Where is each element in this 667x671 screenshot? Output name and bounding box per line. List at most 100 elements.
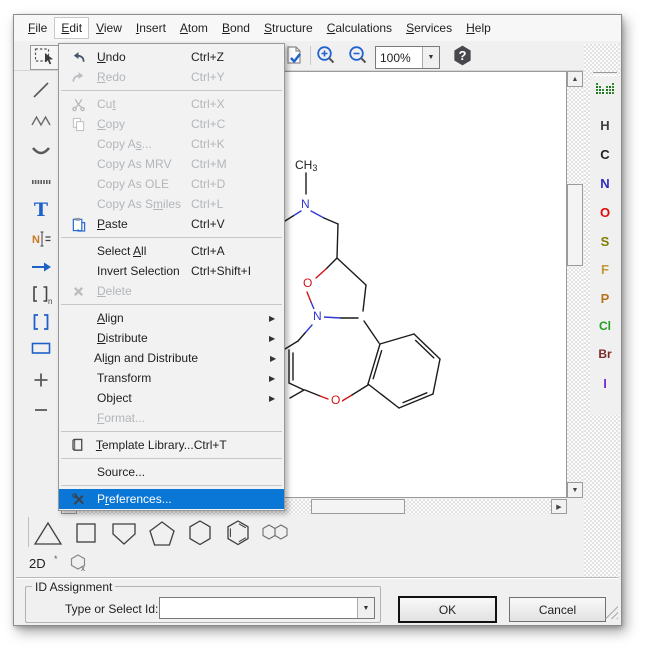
ok-button[interactable]: OK xyxy=(399,597,496,622)
text-tool-button[interactable]: T xyxy=(28,198,54,224)
menu-item-align[interactable]: Align▶ xyxy=(59,308,284,328)
cyclopentane-template-button[interactable] xyxy=(145,519,179,549)
footer-divider xyxy=(16,577,618,578)
periodic-table-icon[interactable] xyxy=(596,83,614,99)
repeating-unit-bracket-icon: n xyxy=(29,282,53,309)
scroll-up-button[interactable]: ▲ xyxy=(567,71,583,87)
id-dropdown-button[interactable]: ▼ xyxy=(357,598,374,618)
selection-tool-button[interactable] xyxy=(30,45,59,70)
hexagon-x-icon[interactable]: x xyxy=(69,553,87,575)
menu-item-redo[interactable]: RedoCtrl+Y xyxy=(59,67,284,87)
menu-item-invert-selection[interactable]: Invert SelectionCtrl+Shift+I xyxy=(59,261,284,281)
id-combobox[interactable]: ▼ xyxy=(159,597,375,619)
menu-item-paste[interactable]: PasteCtrl+V xyxy=(59,214,284,234)
repeating-unit-bracket-tool-button[interactable]: n xyxy=(28,282,54,308)
menu-item-object[interactable]: Object▶ xyxy=(59,388,284,408)
menu-item-label: Undo xyxy=(97,50,191,64)
vertical-scrollbar[interactable]: ▲ ▼ xyxy=(567,71,583,498)
menu-item-copy-as-smiles[interactable]: Copy As SmilesCtrl+L xyxy=(59,194,284,214)
cyclobutane-template-button[interactable] xyxy=(69,519,103,549)
naphthalene-template-button[interactable] xyxy=(259,519,293,549)
zoom-out-icon[interactable] xyxy=(347,45,369,70)
menu-item-distribute[interactable]: Distribute▶ xyxy=(59,328,284,348)
arc-tool-button[interactable] xyxy=(28,139,54,165)
decrease-charge-tool-button[interactable] xyxy=(28,398,54,424)
menubar-item-help[interactable]: Help xyxy=(460,18,497,38)
scroll-right-button[interactable]: ▶ xyxy=(551,499,567,514)
toolbar-separator xyxy=(310,46,311,65)
single-bond-tool-button[interactable] xyxy=(28,78,54,104)
menu-item-label: Cut xyxy=(97,97,191,111)
menu-separator xyxy=(61,90,282,91)
id-assignment-title: ID Assignment xyxy=(32,580,115,594)
element-button-o[interactable]: O xyxy=(590,205,620,220)
dimension-mode-label[interactable]: 2D xyxy=(29,556,46,571)
menubar-item-bond[interactable]: Bond xyxy=(216,18,256,38)
element-toolbar-gripper[interactable] xyxy=(593,72,617,76)
menu-item-copy[interactable]: CopyCtrl+C xyxy=(59,114,284,134)
menu-item-undo[interactable]: UndoCtrl+Z xyxy=(59,47,284,67)
menubar-item-file[interactable]: File xyxy=(22,18,53,38)
menu-item-copy-as-mrv[interactable]: Copy As MRVCtrl+M xyxy=(59,154,284,174)
help-icon[interactable]: ? xyxy=(452,45,473,69)
multiple-group-icon xyxy=(29,170,53,197)
scroll-down-button[interactable]: ▼ xyxy=(567,482,583,498)
bracket-tool-button[interactable] xyxy=(28,310,54,336)
menu-item-source[interactable]: Source... xyxy=(59,462,284,482)
element-button-n[interactable]: N xyxy=(590,176,620,191)
rectangle-tool-button[interactable] xyxy=(28,336,54,362)
menubar-item-view[interactable]: View xyxy=(90,18,128,38)
menubar-item-services[interactable]: Services xyxy=(400,18,458,38)
menubar-item-edit[interactable]: Edit xyxy=(55,18,88,38)
zoom-in-icon[interactable] xyxy=(315,45,337,70)
zoom-dropdown-button[interactable]: ▼ xyxy=(422,47,439,68)
cyclopentane-down-template-button[interactable] xyxy=(107,519,141,549)
cyclopropane-template-button[interactable] xyxy=(31,519,65,549)
menu-item-cut[interactable]: CutCtrl+X xyxy=(59,94,284,114)
multiple-group-tool-button[interactable] xyxy=(28,170,54,196)
vertical-scroll-thumb[interactable] xyxy=(567,184,583,266)
menu-item-copy-as-ole[interactable]: Copy As OLECtrl+D xyxy=(59,174,284,194)
menubar-item-calculations[interactable]: Calculations xyxy=(321,18,398,38)
menu-item-label: Copy As MRV xyxy=(97,157,191,171)
element-button-p[interactable]: P xyxy=(590,291,620,306)
menu-item-label: Source... xyxy=(97,465,191,479)
cyclohexane-template-button[interactable] xyxy=(183,519,217,549)
decrease-charge-icon xyxy=(29,398,53,425)
element-button-h[interactable]: H xyxy=(590,118,620,133)
resize-grip[interactable] xyxy=(604,603,618,619)
menu-item-shortcut: Ctrl+M xyxy=(191,157,269,171)
menu-item-copy-as[interactable]: Copy As...Ctrl+K xyxy=(59,134,284,154)
cancel-button[interactable]: Cancel xyxy=(509,597,606,622)
increase-charge-tool-button[interactable] xyxy=(28,368,54,394)
menu-item-format[interactable]: Format... xyxy=(59,408,284,428)
menubar-item-insert[interactable]: Insert xyxy=(130,18,172,38)
menubar-item-structure[interactable]: Structure xyxy=(258,18,319,38)
menu-item-transform[interactable]: Transform▶ xyxy=(59,368,284,388)
element-button-s[interactable]: S xyxy=(590,234,620,249)
reaction-arrow-tool-button[interactable] xyxy=(28,255,54,281)
menu-item-align-and-distribute[interactable]: Align and Distribute▶ xyxy=(59,348,284,368)
cyclopentane-template-icon xyxy=(145,518,179,551)
submenu-arrow-icon: ▶ xyxy=(269,334,282,343)
element-button-f[interactable]: F xyxy=(590,262,620,277)
element-button-i[interactable]: I xyxy=(590,376,620,391)
element-button-cl[interactable]: Cl xyxy=(590,319,620,333)
chain-tool-button[interactable] xyxy=(28,109,54,135)
horizontal-scroll-thumb[interactable] xyxy=(311,499,405,514)
menu-separator xyxy=(61,485,282,486)
benzene-template-button[interactable] xyxy=(221,519,255,549)
svg-text:T: T xyxy=(34,199,48,221)
menu-item-template-library[interactable]: Template Library...Ctrl+T xyxy=(59,435,284,455)
menu-item-select-all[interactable]: Select AllCtrl+A xyxy=(59,241,284,261)
element-button-br[interactable]: Br xyxy=(590,347,620,361)
zoom-level-combobox[interactable]: 100% ▼ xyxy=(375,46,440,69)
menubar-item-atom[interactable]: Atom xyxy=(174,18,214,38)
menu-item-preferences[interactable]: Preferences... xyxy=(59,489,284,509)
menu-item-label: Template Library... xyxy=(96,438,194,452)
check-structure-icon[interactable] xyxy=(283,45,304,69)
marvinsketch-window: FileEditViewInsertAtomBondStructureCalcu… xyxy=(13,14,622,626)
menu-item-delete[interactable]: Delete xyxy=(59,281,284,301)
atom-label-tool-button[interactable]: N xyxy=(28,227,54,253)
element-button-c[interactable]: C xyxy=(590,147,620,162)
